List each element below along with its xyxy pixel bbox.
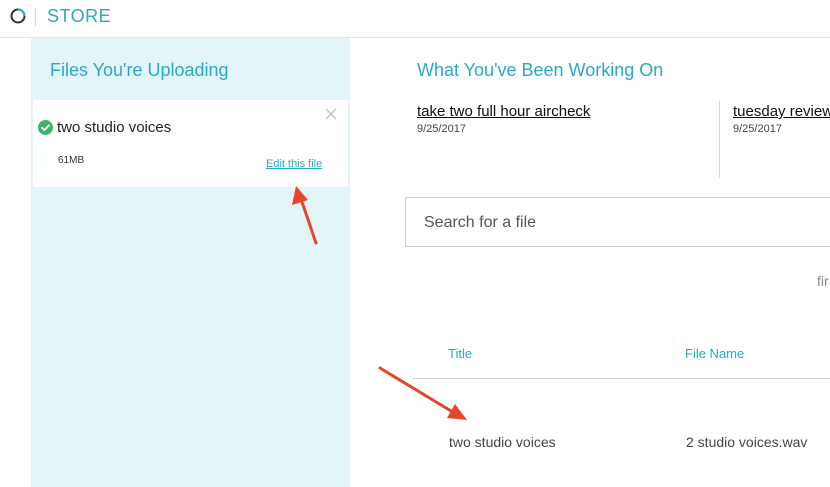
table-cell-file-name[interactable]: 2 studio voices.wav [686,434,807,450]
check-circle-icon [38,120,53,135]
upload-file-size: 61MB [58,155,85,166]
search-box [405,197,830,247]
upload-card: two studio voices 61MB Edit this file [33,100,348,187]
close-icon[interactable] [325,108,337,120]
recent-divider [719,101,720,178]
column-header-title[interactable]: Title [448,346,472,361]
sidebar-title: Files You're Uploading [50,60,229,80]
filter-label-partial[interactable]: fir [817,273,829,289]
brand-store-link[interactable]: STORE [47,6,111,27]
logo-icon[interactable] [10,8,26,24]
recent-item-title[interactable]: take two full hour aircheck [417,103,590,120]
top-bar: STORE [0,0,830,38]
recent-item-date: 9/25/2017 [417,123,466,135]
upload-sidebar: Files You're Uploading two studio voices… [31,38,350,487]
recent-item[interactable]: take two full hour aircheck 9/25/2017 [417,103,590,135]
table-divider [413,378,830,379]
search-input[interactable] [422,211,816,235]
edit-file-link[interactable]: Edit this file [266,158,322,170]
table-cell-title[interactable]: two studio voices [449,434,556,450]
recent-item-title[interactable]: tuesday review [733,103,830,120]
column-header-file-name[interactable]: File Name [685,346,744,361]
main-title: What You've Been Working On [417,60,664,80]
logo-divider [35,8,36,26]
recent-item-date: 9/25/2017 [733,123,782,135]
recent-item[interactable]: tuesday review 9/25/2017 [733,103,830,135]
upload-file-name: two studio voices [57,119,172,136]
annotation-arrow-table-row [378,366,467,420]
